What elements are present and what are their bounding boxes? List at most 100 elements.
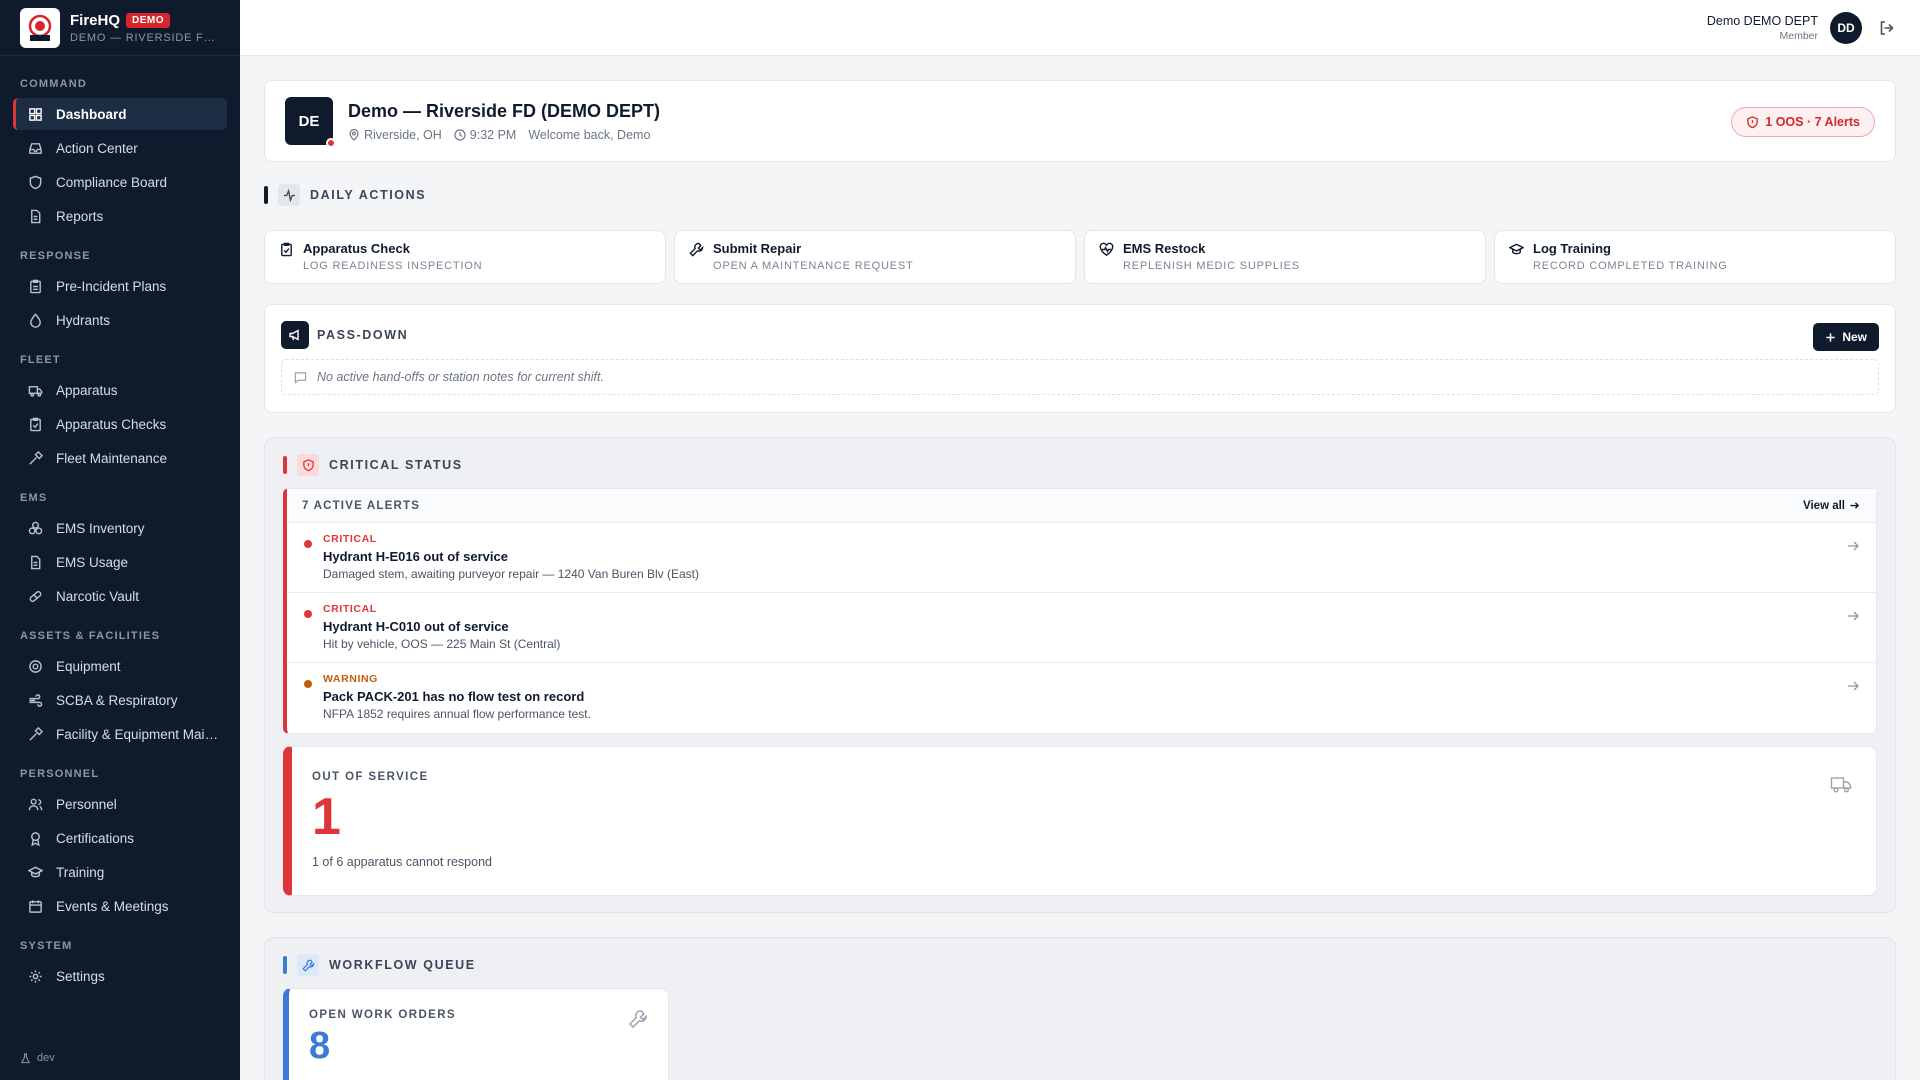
nav-section-title: ASSETS & FACILITIES bbox=[20, 630, 161, 642]
action-subtitle: RECORD COMPLETED TRAINING bbox=[1533, 260, 1728, 272]
nav-section-title: SYSTEM bbox=[20, 940, 73, 952]
alert-summary-text: 1 OOS · 7 Alerts bbox=[1765, 115, 1860, 129]
new-passdown-button[interactable]: New bbox=[1813, 323, 1879, 351]
sidebar-item-pre-incident-plans[interactable]: Pre-Incident Plans bbox=[13, 270, 227, 302]
calendar-icon bbox=[29, 899, 42, 913]
apparatus-check-button[interactable]: Apparatus Check LOG READINESS INSPECTION bbox=[264, 230, 666, 284]
sidebar-item-action-center[interactable]: Action Center bbox=[13, 132, 227, 164]
shield-icon bbox=[29, 175, 42, 189]
severity-dot bbox=[304, 610, 312, 618]
user-role: Member bbox=[1779, 29, 1818, 42]
alerts-count: 7 ACTIVE ALERTS bbox=[302, 499, 421, 512]
logout-icon[interactable] bbox=[1878, 19, 1896, 37]
sidebar-item-label: EMS Usage bbox=[56, 554, 129, 570]
sidebar-item-label: SCBA & Respiratory bbox=[56, 692, 178, 708]
droplet-icon bbox=[30, 312, 41, 328]
alert-summary-badge[interactable]: 1 OOS · 7 Alerts bbox=[1731, 107, 1875, 137]
wrench-icon bbox=[689, 242, 704, 257]
submit-repair-button[interactable]: Submit Repair OPEN A MAINTENANCE REQUEST bbox=[674, 230, 1076, 284]
pill-icon bbox=[29, 590, 42, 602]
environment-label: dev bbox=[37, 1052, 55, 1064]
brand-subtitle: DEMO — RIVERSIDE FD (DEMO DEPT) bbox=[70, 31, 220, 44]
gear-icon bbox=[29, 969, 42, 983]
ems-restock-button[interactable]: EMS Restock REPLENISH MEDIC SUPPLIES bbox=[1084, 230, 1486, 284]
grid-icon bbox=[29, 107, 42, 121]
section-label: WORKFLOW QUEUE bbox=[329, 958, 476, 972]
sidebar-item-label: Action Center bbox=[56, 140, 138, 156]
flask-icon bbox=[20, 1052, 31, 1063]
sidebar-item-certifications[interactable]: Certifications bbox=[13, 822, 227, 854]
wrench-icon bbox=[628, 1010, 647, 1029]
sidebar-item-fleet-maintenance[interactable]: Fleet Maintenance bbox=[13, 442, 227, 474]
alert-item[interactable]: CRITICAL Hydrant H-E016 out of service D… bbox=[287, 523, 1876, 593]
arrow-right-icon bbox=[1848, 611, 1859, 621]
sidebar-item-label: Narcotic Vault bbox=[56, 588, 140, 604]
sidebar-item-ems-inventory[interactable]: EMS Inventory bbox=[13, 512, 227, 544]
action-subtitle: LOG READINESS INSPECTION bbox=[303, 260, 483, 272]
sidebar-item-training[interactable]: Training bbox=[13, 856, 227, 888]
activity-icon bbox=[278, 184, 300, 206]
sidebar-item-label: Apparatus bbox=[56, 382, 118, 398]
workflow-queue-heading: WORKFLOW QUEUE bbox=[283, 954, 1877, 976]
main-content: DE Demo — Riverside FD (DEMO DEPT) River… bbox=[264, 80, 1896, 1080]
location: Riverside, OH bbox=[348, 128, 442, 142]
topbar: Demo DEMO DEPT Member DD bbox=[240, 0, 1920, 56]
avatar[interactable]: DD bbox=[1830, 11, 1862, 44]
sidebar-item-settings[interactable]: Settings bbox=[13, 960, 227, 992]
demo-badge: DEMO bbox=[126, 12, 171, 28]
work-orders-value: 8 bbox=[309, 1025, 331, 1067]
action-title: EMS Restock bbox=[1123, 241, 1206, 256]
sidebar-item-label: Apparatus Checks bbox=[56, 416, 167, 432]
document-icon bbox=[31, 555, 41, 569]
alert-title: Hydrant H-E016 out of service bbox=[323, 549, 508, 564]
sidebar-item-hydrants[interactable]: Hydrants bbox=[13, 304, 227, 336]
action-subtitle: REPLENISH MEDIC SUPPLIES bbox=[1123, 260, 1300, 272]
inbox-icon bbox=[29, 142, 42, 154]
alert-item[interactable]: WARNING Pack PACK-201 has no flow test o… bbox=[287, 663, 1876, 733]
nav-section-title: EMS bbox=[20, 492, 48, 504]
pass-down-empty-state: No active hand-offs or station notes for… bbox=[281, 359, 1879, 395]
clipboard-check-icon bbox=[30, 417, 41, 431]
action-title: Apparatus Check bbox=[303, 241, 410, 256]
oos-value: 1 bbox=[312, 788, 341, 846]
empty-text: No active hand-offs or station notes for… bbox=[317, 370, 604, 384]
log-training-button[interactable]: Log Training RECORD COMPLETED TRAINING bbox=[1494, 230, 1896, 284]
open-work-orders-card[interactable]: OPEN WORK ORDERS 8 bbox=[283, 988, 669, 1080]
sidebar-item-label: Events & Meetings bbox=[56, 898, 169, 914]
graduation-cap-icon bbox=[28, 866, 43, 877]
sidebar-item-dashboard[interactable]: Dashboard bbox=[13, 98, 227, 130]
brand[interactable]: FireHQ DEMO DEMO — RIVERSIDE FD (DEMO DE… bbox=[0, 0, 240, 56]
action-title: Log Training bbox=[1533, 241, 1611, 256]
sidebar-item-narcotic-vault[interactable]: Narcotic Vault bbox=[13, 580, 227, 612]
sidebar-item-scba-respiratory[interactable]: SCBA & Respiratory bbox=[13, 684, 227, 716]
department-initials: DE bbox=[298, 112, 320, 130]
sidebar-item-apparatus-checks[interactable]: Apparatus Checks bbox=[13, 408, 227, 440]
section-label: DAILY ACTIONS bbox=[310, 188, 427, 202]
clock-icon bbox=[454, 128, 466, 141]
workflow-queue-section: WORKFLOW QUEUE OPEN WORK ORDERS 8 bbox=[264, 937, 1896, 1080]
sidebar-item-facility-equipment-maintenance[interactable]: Facility & Equipment Maintenance bbox=[13, 718, 227, 750]
action-subtitle: OPEN A MAINTENANCE REQUEST bbox=[713, 260, 914, 272]
sidebar-item-events-meetings[interactable]: Events & Meetings bbox=[13, 890, 227, 922]
sidebar-item-reports[interactable]: Reports bbox=[13, 200, 227, 232]
sidebar-item-personnel[interactable]: Personnel bbox=[13, 788, 227, 820]
alert-level: WARNING bbox=[323, 673, 378, 685]
sidebar-item-compliance-board[interactable]: Compliance Board bbox=[13, 166, 227, 198]
sidebar-item-ems-usage[interactable]: EMS Usage bbox=[13, 546, 227, 578]
section-accent bbox=[283, 956, 287, 974]
department-header: DE Demo — Riverside FD (DEMO DEPT) River… bbox=[264, 80, 1896, 162]
message-icon bbox=[294, 371, 307, 384]
firehq-logo bbox=[20, 7, 60, 48]
section-accent bbox=[283, 456, 287, 474]
brand-name: FireHQ bbox=[70, 11, 121, 29]
view-all-link[interactable]: View all bbox=[1803, 500, 1860, 512]
section-accent bbox=[264, 186, 268, 204]
alert-title: Hydrant H-C010 out of service bbox=[323, 619, 509, 634]
view-all-label: View all bbox=[1803, 499, 1845, 512]
environment-indicator: dev bbox=[20, 1052, 55, 1064]
alert-item[interactable]: CRITICAL Hydrant H-C010 out of service H… bbox=[287, 593, 1876, 663]
arrow-right-icon bbox=[1850, 502, 1860, 509]
out-of-service-card[interactable]: OUT OF SERVICE 1 1 of 6 apparatus cannot… bbox=[283, 746, 1877, 896]
sidebar-item-equipment[interactable]: Equipment bbox=[13, 650, 227, 682]
sidebar-item-apparatus[interactable]: Apparatus bbox=[13, 374, 227, 406]
